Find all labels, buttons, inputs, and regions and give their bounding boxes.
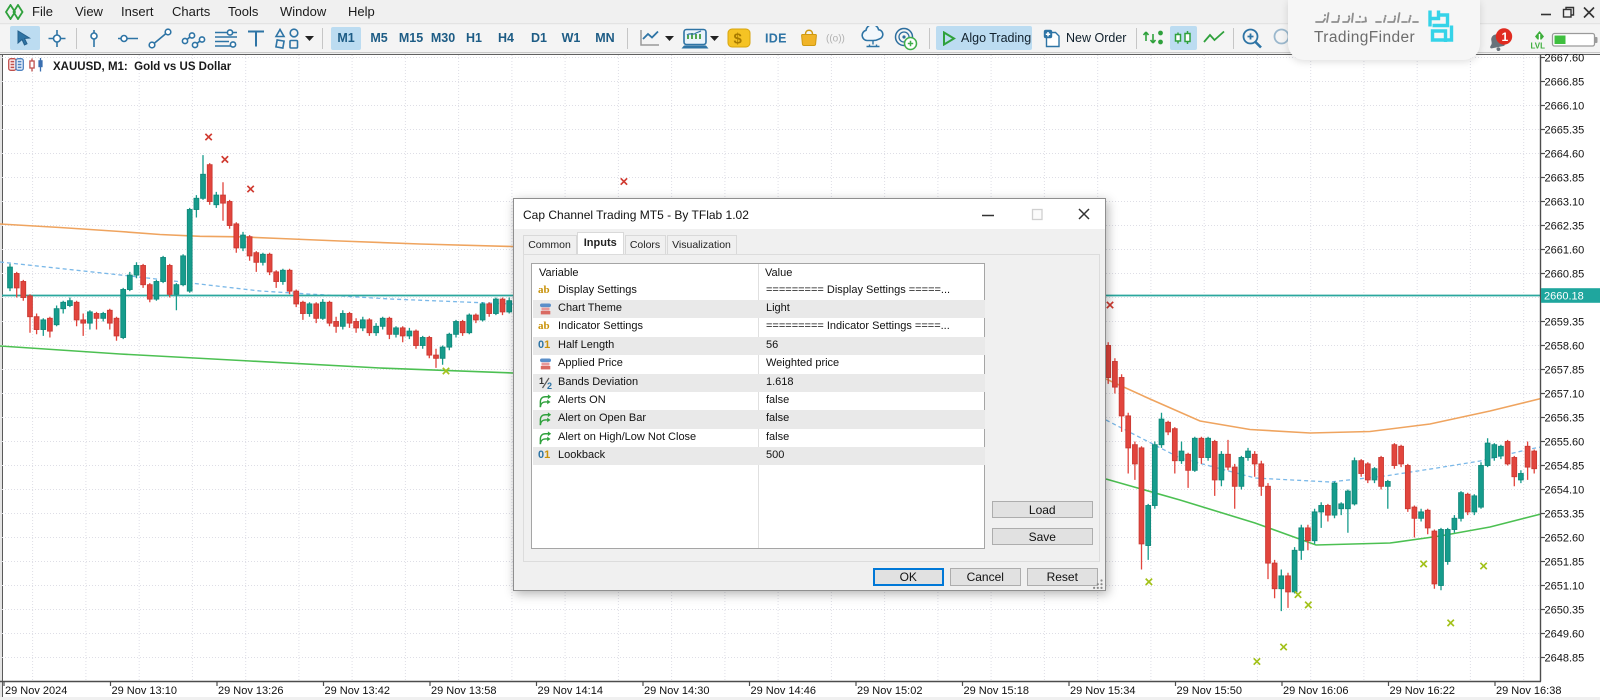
svg-text:29 Nov 13:42: 29 Nov 13:42 bbox=[325, 685, 390, 697]
svg-text:2665.35: 2665.35 bbox=[1545, 124, 1585, 136]
svg-text:29 Nov 15:18: 29 Nov 15:18 bbox=[964, 685, 1029, 697]
svg-text:29 Nov 14:46: 29 Nov 14:46 bbox=[751, 685, 816, 697]
svg-text:$: $ bbox=[734, 31, 743, 48]
svg-text:IDE: IDE bbox=[765, 32, 787, 46]
svg-text:29 Nov 13:10: 29 Nov 13:10 bbox=[112, 685, 177, 697]
svg-text:2654.10: 2654.10 bbox=[1545, 484, 1585, 496]
svg-text:2660.85: 2660.85 bbox=[1545, 268, 1585, 280]
svg-text:((o)): ((o)) bbox=[826, 34, 845, 45]
svg-text:2667.60: 2667.60 bbox=[1545, 52, 1585, 64]
svg-text:2650.35: 2650.35 bbox=[1545, 604, 1585, 616]
svg-text:2: 2 bbox=[547, 381, 552, 390]
svg-text:2658.60: 2658.60 bbox=[1545, 340, 1585, 352]
svg-text:LVL: LVL bbox=[1531, 42, 1546, 51]
svg-text:29 Nov 16:38: 29 Nov 16:38 bbox=[1496, 685, 1561, 697]
svg-text:29 Nov 15:02: 29 Nov 15:02 bbox=[857, 685, 922, 697]
svg-text:1: 1 bbox=[1502, 30, 1509, 44]
svg-text:2660.18: 2660.18 bbox=[1544, 291, 1584, 303]
svg-text:2653.35: 2653.35 bbox=[1545, 508, 1585, 520]
svg-text:2666.10: 2666.10 bbox=[1545, 100, 1585, 112]
svg-text:29 Nov 13:58: 29 Nov 13:58 bbox=[431, 685, 496, 697]
svg-text:2657.10: 2657.10 bbox=[1545, 388, 1585, 400]
svg-text:2648.85: 2648.85 bbox=[1545, 652, 1585, 664]
svg-text:2657.85: 2657.85 bbox=[1545, 364, 1585, 376]
svg-text:2663.85: 2663.85 bbox=[1545, 172, 1585, 184]
svg-text:2666.85: 2666.85 bbox=[1545, 76, 1585, 88]
svg-text:2651.10: 2651.10 bbox=[1545, 580, 1585, 592]
svg-text:29 Nov 16:22: 29 Nov 16:22 bbox=[1390, 685, 1455, 697]
svg-text:2659.35: 2659.35 bbox=[1545, 316, 1585, 328]
svg-text:29 Nov 13:26: 29 Nov 13:26 bbox=[218, 685, 283, 697]
svg-text:29 Nov 14:14: 29 Nov 14:14 bbox=[538, 685, 603, 697]
svg-text:2661.60: 2661.60 bbox=[1545, 244, 1585, 256]
svg-text:29 Nov 14:30: 29 Nov 14:30 bbox=[644, 685, 709, 697]
svg-text:1: 1 bbox=[539, 376, 544, 386]
svg-text:29 Nov 16:06: 29 Nov 16:06 bbox=[1283, 685, 1348, 697]
svg-text:2649.60: 2649.60 bbox=[1545, 628, 1585, 640]
svg-text:2663.10: 2663.10 bbox=[1545, 196, 1585, 208]
svg-text:2664.60: 2664.60 bbox=[1545, 148, 1585, 160]
svg-text:29 Nov 2024: 29 Nov 2024 bbox=[5, 685, 67, 697]
svg-text:2655.60: 2655.60 bbox=[1545, 436, 1585, 448]
svg-text:2662.35: 2662.35 bbox=[1545, 220, 1585, 232]
svg-text:2652.60: 2652.60 bbox=[1545, 532, 1585, 544]
svg-text:29 Nov 15:50: 29 Nov 15:50 bbox=[1177, 685, 1242, 697]
svg-text:2656.35: 2656.35 bbox=[1545, 412, 1585, 424]
svg-text:2654.85: 2654.85 bbox=[1545, 460, 1585, 472]
svg-text:29 Nov 15:34: 29 Nov 15:34 bbox=[1070, 685, 1135, 697]
svg-text:2651.85: 2651.85 bbox=[1545, 556, 1585, 568]
